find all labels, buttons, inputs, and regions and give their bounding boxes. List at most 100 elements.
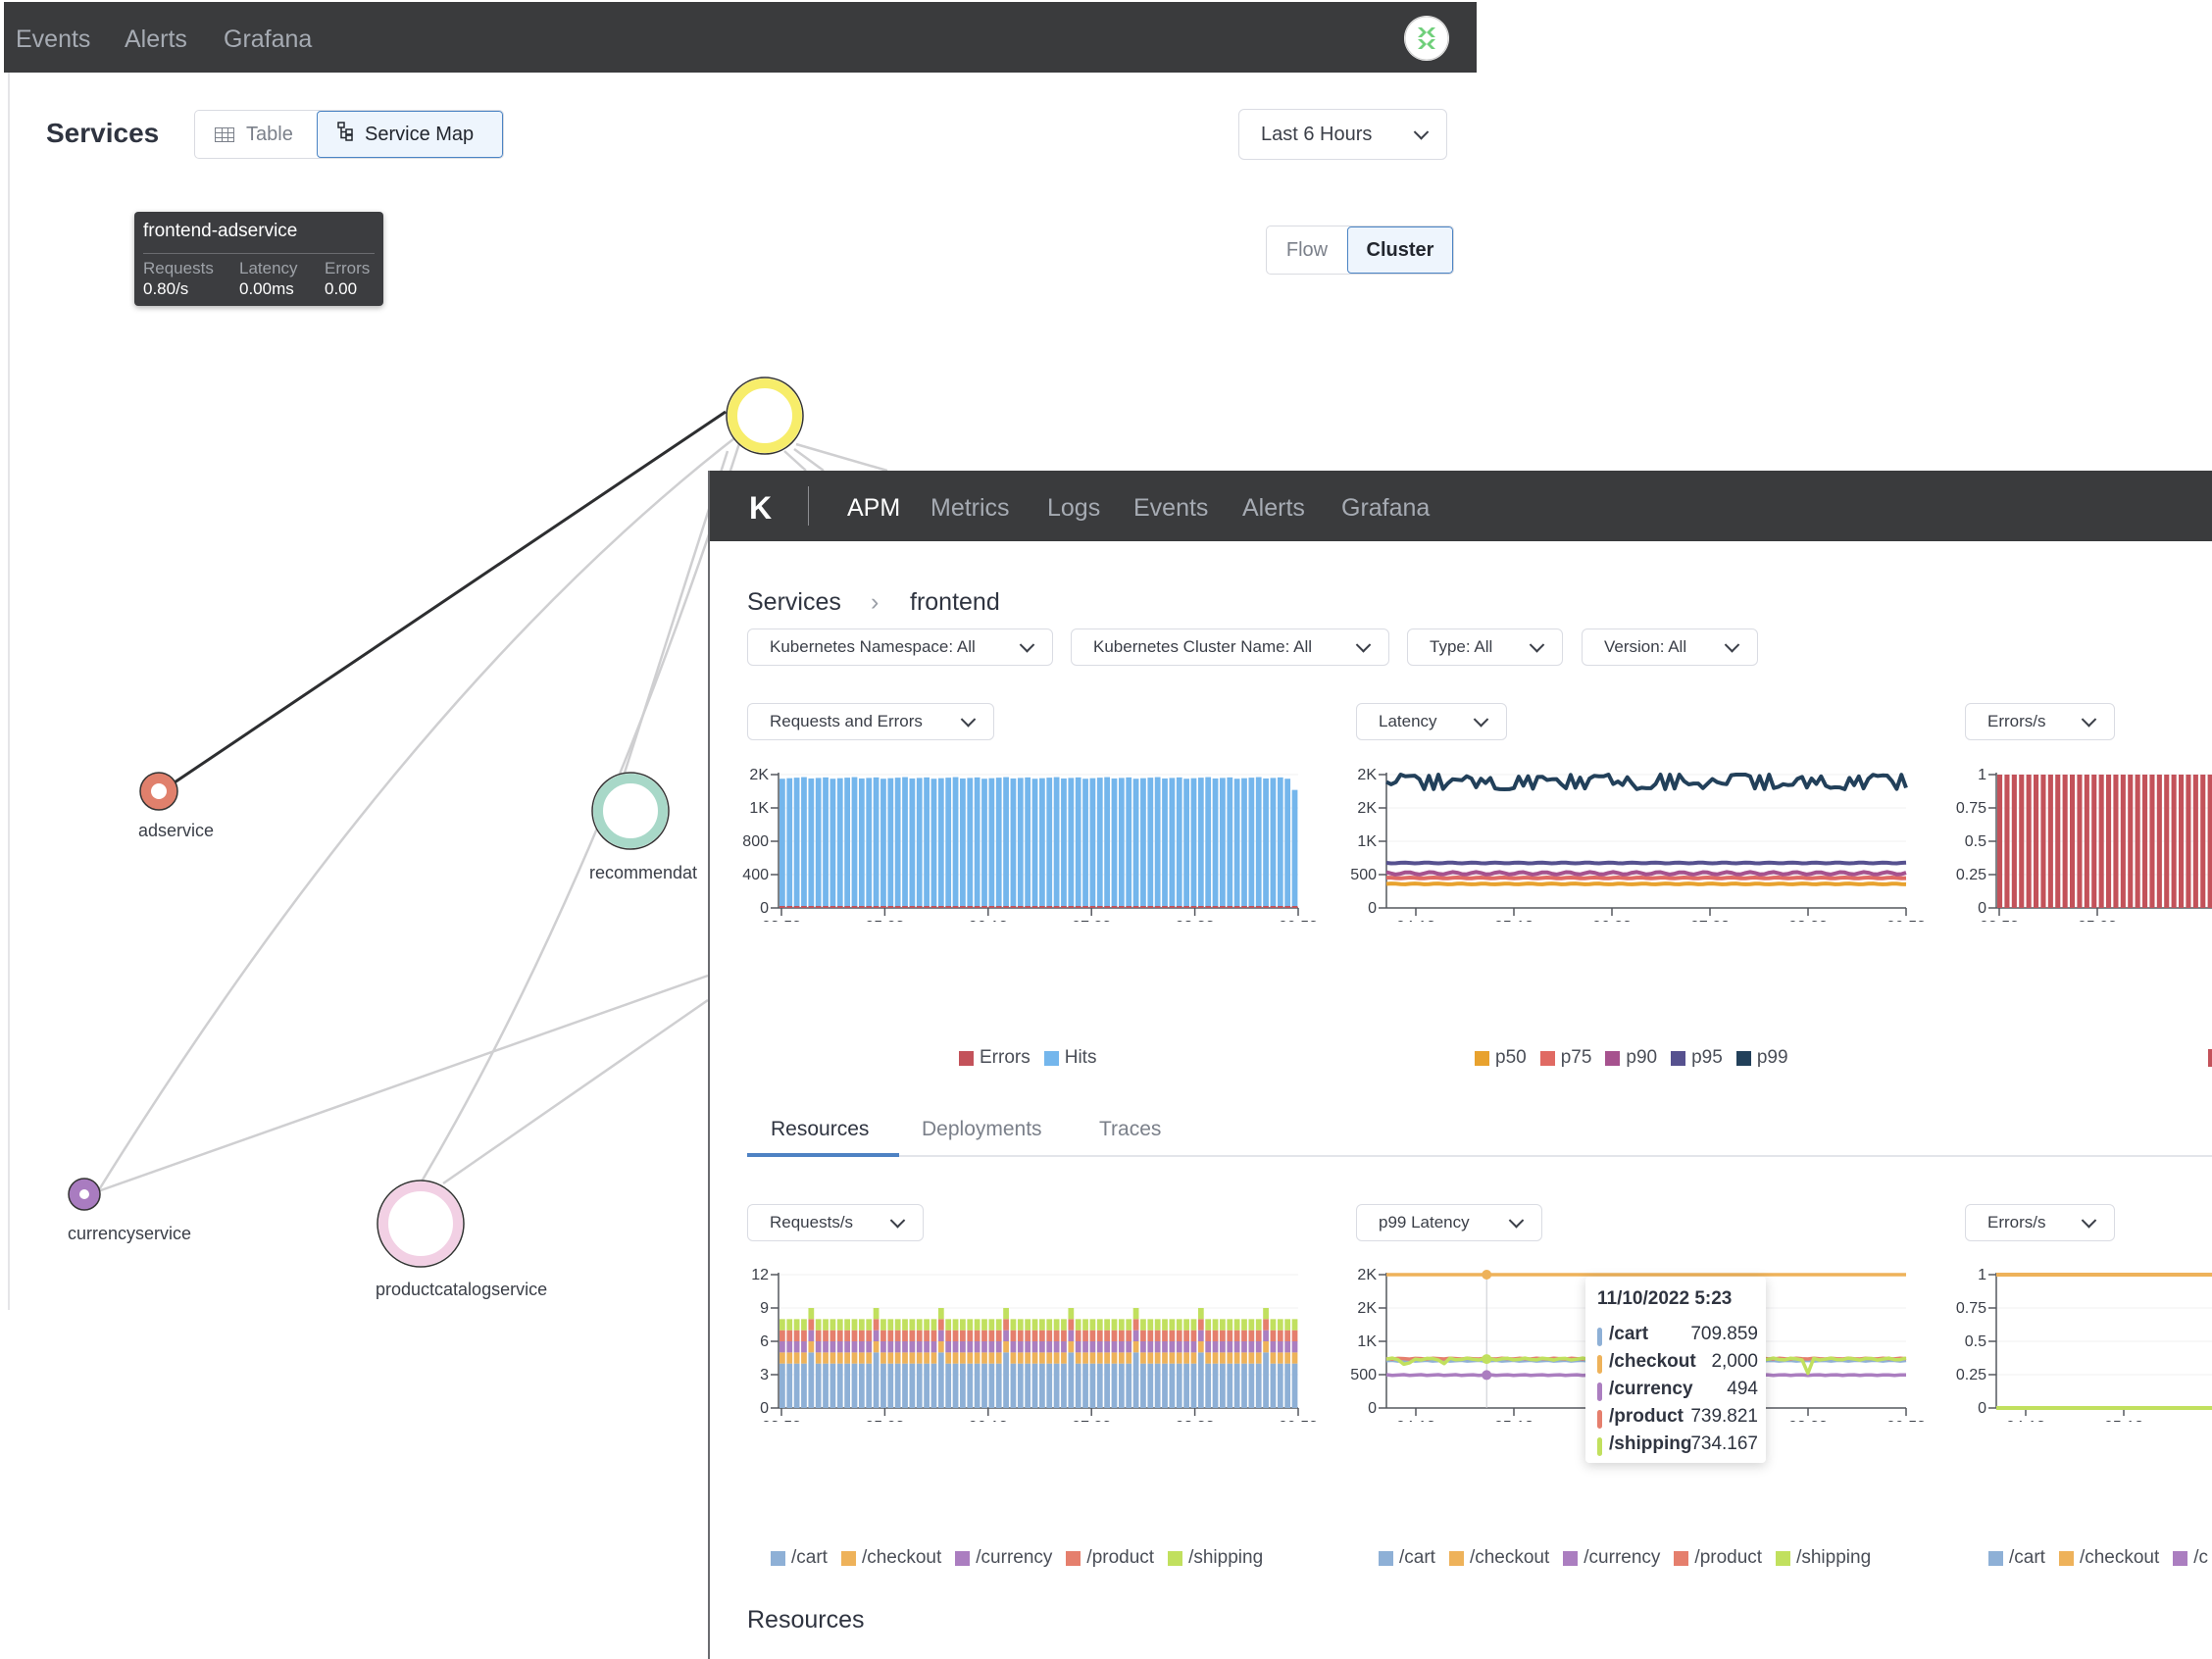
errors-bar <box>1183 906 1189 908</box>
legend-item[interactable]: /c <box>2173 1547 2208 1569</box>
edge-productcatalog-offscreen[interactable] <box>442 998 709 1185</box>
legend-item[interactable]: /cart <box>771 1547 828 1569</box>
tooltip-series-value: 739.821 <box>1690 1406 1758 1427</box>
legend-item[interactable]: /product <box>1066 1547 1154 1569</box>
bar-currency <box>1003 1330 1009 1341</box>
chart-selector-errors-bottom[interactable]: Errors/s <box>1965 1204 2115 1241</box>
edge-currencyservice-offscreen[interactable] <box>97 974 709 1193</box>
tab-traces[interactable]: Traces <box>1099 1118 1161 1141</box>
legend-item[interactable]: /currency <box>1563 1547 1660 1569</box>
line-p95 <box>1385 860 1907 866</box>
node-recommendationservice[interactable] <box>591 772 670 850</box>
bar-product <box>1003 1319 1009 1331</box>
legend-item[interactable]: /shipping <box>1168 1547 1263 1569</box>
legend-item[interactable]: Errors <box>959 1047 1031 1069</box>
bar-cart <box>1220 1363 1226 1408</box>
selector-label: Requests and Errors <box>770 712 923 730</box>
bar-cart <box>1082 1363 1088 1408</box>
breadcrumb-services[interactable]: Services <box>747 588 841 617</box>
bar-checkout <box>1284 1352 1291 1364</box>
y-tick-label: 0 <box>1368 1400 1377 1417</box>
hits-bar <box>952 777 959 908</box>
bar-currency <box>1096 1341 1103 1353</box>
bar-shipping <box>1082 1319 1088 1331</box>
filter-type[interactable]: Type: All <box>1407 628 1563 666</box>
hits-bar <box>1176 777 1182 908</box>
tooltip-requests: Requests 0.80/s <box>143 258 214 299</box>
node-currencyservice[interactable] <box>68 1178 101 1211</box>
legend-item[interactable]: /product <box>1674 1547 1762 1569</box>
nav-logs[interactable]: Logs <box>1047 471 1100 541</box>
hits-bar <box>1205 777 1212 908</box>
bar-checkout <box>916 1352 923 1364</box>
bar-checkout <box>1104 1352 1111 1364</box>
chart-selector-p99-latency[interactable]: p99 Latency <box>1356 1204 1542 1241</box>
chart-selector-requests-errors[interactable]: Requests and Errors <box>747 703 994 740</box>
filter-version[interactable]: Version: All <box>1582 628 1758 666</box>
nav-events[interactable]: Events <box>1133 471 1208 541</box>
bar-cart <box>1096 1363 1103 1408</box>
legend-item[interactable]: /currency <box>955 1547 1052 1569</box>
legend-item[interactable]: /cart <box>1988 1547 2045 1569</box>
errors-bar <box>995 906 1002 908</box>
node-frontend[interactable] <box>726 377 804 455</box>
chart-selector-errors-top[interactable]: Errors/s <box>1965 703 2115 740</box>
node-productcatalogservice[interactable] <box>377 1180 465 1268</box>
legend-item[interactable]: p75 <box>1539 1047 1591 1069</box>
legend-item[interactable]: p99 <box>1735 1047 1788 1069</box>
errors-bar <box>880 906 886 908</box>
hits-bar <box>1053 777 1060 908</box>
nav-grafana[interactable]: Grafana <box>1341 471 1430 541</box>
bar-shipping <box>1284 1319 1291 1331</box>
hits-bar <box>836 778 843 908</box>
legend-item[interactable]: /checkout <box>840 1547 941 1569</box>
node-adservice[interactable] <box>139 772 178 811</box>
bar-checkout <box>945 1352 952 1364</box>
bar-checkout <box>1233 1352 1240 1364</box>
chart-selector-latency[interactable]: Latency <box>1356 703 1507 740</box>
edge-frontend-offscreen-a[interactable] <box>795 442 888 473</box>
y-tick-label: 2K <box>749 767 769 783</box>
bar-cart <box>1061 1363 1067 1408</box>
errors-bar <box>2070 775 2076 908</box>
errors-bar <box>1291 906 1298 908</box>
edge-frontend-offscreen-b[interactable] <box>793 447 825 473</box>
legend-item[interactable]: /cart <box>1379 1547 1435 1569</box>
errors-bar <box>2192 775 2198 908</box>
app-logo[interactable]: K <box>749 471 772 541</box>
tab-deployments[interactable]: Deployments <box>922 1118 1042 1141</box>
errors-value: 0.00 <box>325 279 358 298</box>
filter-namespace[interactable]: Kubernetes Namespace: All <box>747 628 1053 666</box>
nav-alerts[interactable]: Alerts <box>1242 471 1305 541</box>
legend-item[interactable]: p90 <box>1605 1047 1657 1069</box>
chevron-down-icon <box>1019 637 1035 653</box>
chart-selector-requests-per-s[interactable]: Requests/s <box>747 1204 924 1241</box>
bar-checkout <box>1248 1352 1255 1364</box>
bar-currency <box>1220 1341 1226 1353</box>
apm-service-window: K APM Metrics Logs Events Alerts Grafana… <box>708 471 2212 1659</box>
bar-product <box>815 1330 822 1341</box>
errors-bar <box>1082 906 1088 908</box>
legend-item[interactable]: /checkout <box>2058 1547 2159 1569</box>
bar-cart <box>1104 1363 1111 1408</box>
nav-metrics[interactable]: Metrics <box>930 471 1010 541</box>
hits-bar <box>902 777 908 908</box>
tab-resources[interactable]: Resources <box>771 1118 869 1141</box>
filter-cluster-name[interactable]: Kubernetes Cluster Name: All <box>1071 628 1389 666</box>
legend-item[interactable]: /shipping <box>1776 1547 1871 1569</box>
legend-item[interactable]: p95 <box>1671 1047 1723 1069</box>
nav-apm[interactable]: APM <box>847 471 900 541</box>
errors-bar <box>2077 775 2083 908</box>
bar-product <box>844 1330 851 1341</box>
edge-frontend-productcatalogservice[interactable] <box>420 430 745 1182</box>
bar-checkout <box>880 1352 886 1364</box>
legend-item[interactable]: Hits <box>1043 1047 1096 1069</box>
bar-currency <box>779 1341 785 1353</box>
bar-currency <box>1126 1341 1132 1353</box>
edge-frontend-adservice[interactable] <box>171 410 727 786</box>
legend-item[interactable]: p50 <box>1475 1047 1527 1069</box>
tooltip-color-marker <box>1597 1355 1602 1374</box>
tooltip-row: /currency 494 <box>1597 1379 1758 1404</box>
legend-item[interactable]: /checkout <box>1448 1547 1549 1569</box>
errors-bar <box>1111 906 1118 908</box>
